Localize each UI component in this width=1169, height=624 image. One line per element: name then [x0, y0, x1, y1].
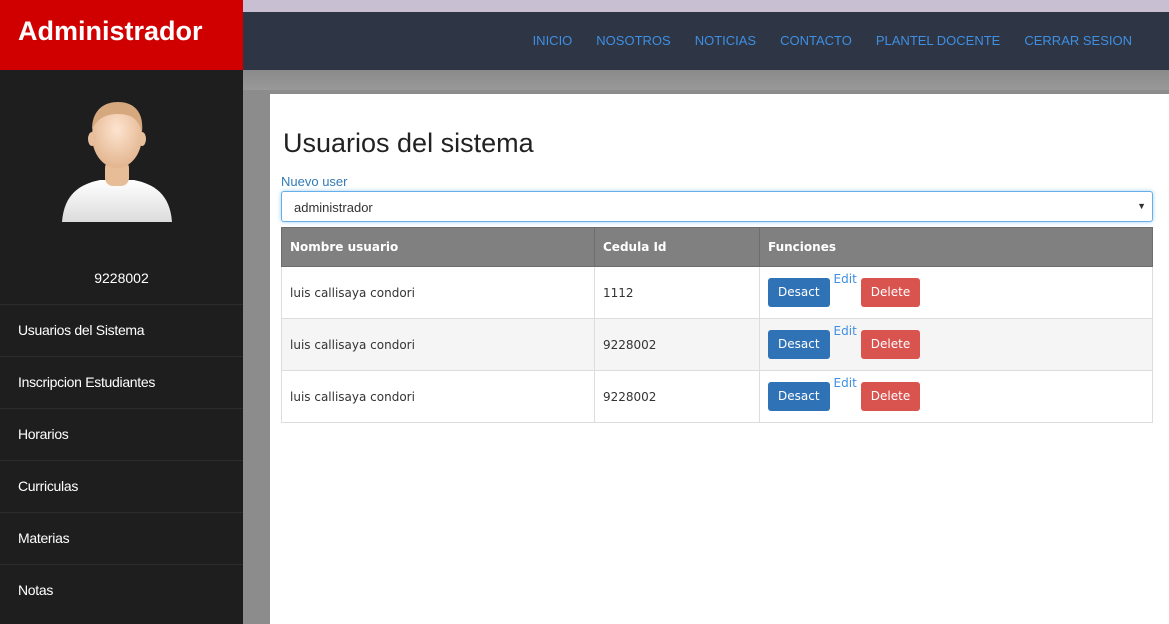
sidebar: 9228002 Usuarios del Sistema Inscripcion…	[0, 70, 243, 624]
nav-cerrar-sesion[interactable]: CERRAR SESION	[1024, 33, 1132, 48]
page-title: Usuarios del sistema	[283, 128, 534, 158]
cell-actions: Desact EditDelete	[759, 370, 1153, 423]
cell-name: luis callisaya condori	[281, 370, 595, 423]
edit-link[interactable]: Edit	[834, 376, 857, 390]
nav-list: INICIO NOSOTROS NOTICIAS CONTACTO PLANTE…	[509, 33, 1132, 48]
brand-title: Administrador	[18, 16, 203, 46]
chevron-down-icon: ▼	[1137, 201, 1146, 211]
header-funciones: Funciones	[759, 227, 1153, 267]
nav-contacto[interactable]: CONTACTO	[780, 33, 852, 48]
sidebar-item-horarios[interactable]: Horarios	[0, 408, 243, 460]
top-navbar: INICIO NOSOTROS NOTICIAS CONTACTO PLANTE…	[243, 12, 1169, 70]
nav-noticias[interactable]: NOTICIAS	[695, 33, 756, 48]
new-user-link[interactable]: Nuevo user	[281, 174, 347, 189]
sidebar-item-notas[interactable]: Notas	[0, 564, 243, 616]
cell-name: luis callisaya condori	[281, 318, 595, 371]
top-strip	[243, 0, 1169, 12]
nav-plantel-docente[interactable]: PLANTEL DOCENTE	[876, 33, 1001, 48]
header-nombre-usuario: Nombre usuario	[281, 227, 595, 267]
delete-button[interactable]: Delete	[860, 278, 921, 307]
sidebar-item-usuarios[interactable]: Usuarios del Sistema	[0, 304, 243, 356]
brand-header: Administrador	[0, 0, 243, 70]
cell-id: 9228002	[594, 370, 760, 423]
table-row: luis callisaya condori 9228002 Desact Edi…	[281, 370, 1153, 423]
edit-link[interactable]: Edit	[834, 272, 857, 286]
role-select-value: administrador	[294, 200, 373, 215]
cell-id: 9228002	[594, 318, 760, 371]
nav-inicio[interactable]: INICIO	[533, 33, 573, 48]
sidebar-user-id: 9228002	[94, 270, 149, 286]
cell-id: 1112	[594, 266, 760, 319]
role-select[interactable]: administrador ▼	[281, 191, 1153, 222]
sidebar-item-materias[interactable]: Materias	[0, 512, 243, 564]
sidebar-item-curriculas[interactable]: Curriculas	[0, 460, 243, 512]
user-avatar-icon	[58, 94, 176, 224]
desact-button[interactable]: Desact	[768, 278, 830, 307]
table-header-row: Nombre usuario Cedula Id Funciones	[281, 227, 1153, 267]
cell-actions: Desact EditDelete	[759, 318, 1153, 371]
sidebar-item-inscripcion[interactable]: Inscripcion Estudiantes	[0, 356, 243, 408]
table-row: luis callisaya condori 1112 Desact EditDe…	[281, 266, 1153, 319]
nav-nosotros[interactable]: NOSOTROS	[596, 33, 670, 48]
cell-actions: Desact EditDelete	[759, 266, 1153, 319]
sidebar-menu: Usuarios del Sistema Inscripcion Estudia…	[0, 304, 243, 616]
main-panel: Usuarios del sistema Nuevo user administ…	[270, 94, 1169, 624]
edit-link[interactable]: Edit	[834, 324, 857, 338]
table-row: luis callisaya condori 9228002 Desact Edi…	[281, 318, 1153, 371]
desact-button[interactable]: Desact	[768, 382, 830, 411]
delete-button[interactable]: Delete	[860, 330, 921, 359]
users-table: Nombre usuario Cedula Id Funciones luis …	[281, 227, 1153, 423]
cell-name: luis callisaya condori	[281, 266, 595, 319]
desact-button[interactable]: Desact	[768, 330, 830, 359]
header-cedula-id: Cedula Id	[594, 227, 760, 267]
delete-button[interactable]: Delete	[860, 382, 921, 411]
content-background-top	[243, 70, 1169, 90]
